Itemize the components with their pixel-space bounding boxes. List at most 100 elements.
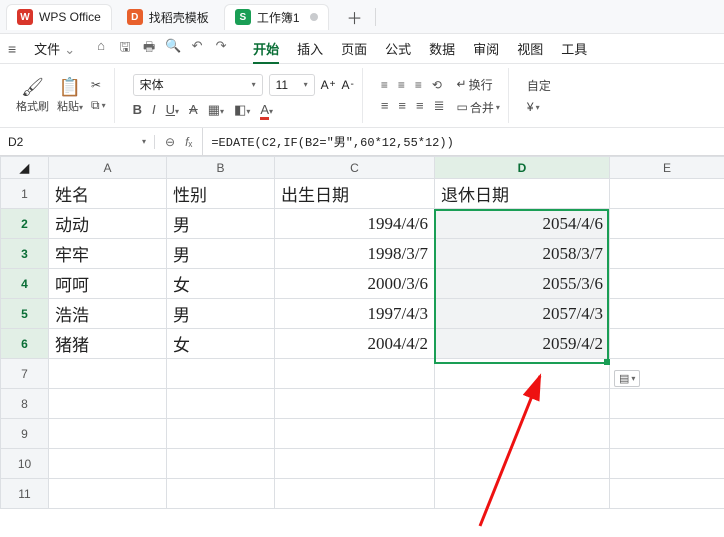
row-header-3[interactable]: 3 <box>1 239 49 269</box>
font-size-select[interactable]: 11▾ <box>269 74 315 96</box>
autofill-options-button[interactable]: ▤▾ <box>614 370 640 387</box>
bold-button[interactable]: B <box>133 102 142 117</box>
number-format-button[interactable]: 自定 <box>527 77 551 94</box>
col-header-b[interactable]: B <box>167 157 275 179</box>
align-left-button[interactable]: ≡ <box>381 98 389 113</box>
undo-icon[interactable]: ↶ <box>189 38 205 60</box>
fx-icon[interactable]: fₓ <box>185 135 192 149</box>
cell-b2[interactable]: 男 <box>167 209 275 239</box>
row-header-11[interactable]: 11 <box>1 479 49 509</box>
app-tab-wps[interactable]: W WPS Office <box>6 4 112 30</box>
col-header-d[interactable]: D <box>435 157 610 179</box>
cell-b4[interactable]: 女 <box>167 269 275 299</box>
cell-b6[interactable]: 女 <box>167 329 275 359</box>
row-header-7[interactable]: 7 <box>1 359 49 389</box>
align-middle-button[interactable]: ≡ <box>398 78 405 92</box>
strike-button[interactable]: A <box>189 102 198 117</box>
cell-c4[interactable]: 2000/3/6 <box>275 269 435 299</box>
cell-reference-box[interactable]: D2▾ <box>0 135 155 149</box>
menu-insert[interactable]: 插入 <box>297 39 323 58</box>
align-bottom-button[interactable]: ≡ <box>415 78 422 92</box>
menu-tools[interactable]: 工具 <box>561 39 587 58</box>
font-color-button[interactable]: A▾ <box>260 102 273 117</box>
cell-d6[interactable]: 2059/4/2 <box>435 329 610 359</box>
preview-icon[interactable]: 🔍 <box>165 38 181 60</box>
cell-e6[interactable] <box>610 329 724 359</box>
row-header-6[interactable]: 6 <box>1 329 49 359</box>
align-center-button[interactable]: ≡ <box>398 98 406 113</box>
menu-data[interactable]: 数据 <box>429 39 455 58</box>
cell-a4[interactable]: 呵呵 <box>49 269 167 299</box>
col-header-c[interactable]: C <box>275 157 435 179</box>
cell-c1[interactable]: 出生日期 <box>275 179 435 209</box>
cancel-formula-icon[interactable]: ⊖ <box>165 135 175 149</box>
row-header-1[interactable]: 1 <box>1 179 49 209</box>
cell-a2[interactable]: 动动 <box>49 209 167 239</box>
currency-button[interactable]: ¥▾ <box>527 100 551 114</box>
formula-input[interactable]: =EDATE(C2,IF(B2="男",60*12,55*12)) <box>203 133 724 150</box>
fill-color-button[interactable]: ◧▾ <box>234 102 250 118</box>
col-header-e[interactable]: E <box>610 157 724 179</box>
align-top-button[interactable]: ≡ <box>381 78 388 92</box>
spreadsheet-grid[interactable]: ◢ A B C D E 1 姓名 性别 出生日期 退休日期 2 动动 男 199… <box>0 156 724 509</box>
redo-icon[interactable]: ↷ <box>213 38 229 60</box>
cell-d2[interactable]: 2054/4/6 <box>435 209 610 239</box>
home-icon[interactable]: ⌂ <box>93 38 109 60</box>
cell-d1[interactable]: 退休日期 <box>435 179 610 209</box>
menu-formula[interactable]: 公式 <box>385 39 411 58</box>
cell-e1[interactable] <box>610 179 724 209</box>
new-tab-button[interactable]: ＋ <box>341 5 369 29</box>
cell-a5[interactable]: 浩浩 <box>49 299 167 329</box>
cell-e5[interactable] <box>610 299 724 329</box>
cell-c3[interactable]: 1998/3/7 <box>275 239 435 269</box>
orientation-button[interactable]: ⟲ <box>432 78 442 92</box>
print-icon[interactable]: 🖶 <box>141 38 157 60</box>
copy-button[interactable]: ⧉▾ <box>91 98 106 113</box>
cell-e2[interactable] <box>610 209 724 239</box>
cell-d4[interactable]: 2055/3/6 <box>435 269 610 299</box>
cell-c2[interactable]: 1994/4/6 <box>275 209 435 239</box>
col-header-a[interactable]: A <box>49 157 167 179</box>
cell-c6[interactable]: 2004/4/2 <box>275 329 435 359</box>
save-icon[interactable]: 🖫 <box>117 38 133 60</box>
row-header-2[interactable]: 2 <box>1 209 49 239</box>
italic-button[interactable]: I <box>152 102 156 117</box>
paste-button[interactable]: 📋 粘贴▾ <box>57 78 83 114</box>
underline-button[interactable]: U▾ <box>166 102 179 117</box>
cell-d3[interactable]: 2058/3/7 <box>435 239 610 269</box>
format-painter-button[interactable]: 🖌 格式刷 <box>16 78 49 114</box>
row-header-10[interactable]: 10 <box>1 449 49 479</box>
cell-e4[interactable] <box>610 269 724 299</box>
decrease-font-button[interactable]: A- <box>341 78 353 92</box>
row-header-5[interactable]: 5 <box>1 299 49 329</box>
cell-b1[interactable]: 性别 <box>167 179 275 209</box>
wrap-button[interactable]: ↵ 换行 <box>457 76 500 93</box>
border-button[interactable]: ▦▾ <box>208 102 224 118</box>
cell-e3[interactable] <box>610 239 724 269</box>
select-all-corner[interactable]: ◢ <box>1 157 49 179</box>
file-menu[interactable]: 文件⌄ <box>26 37 83 60</box>
app-tab-template[interactable]: D 找稻壳模板 <box>116 4 220 30</box>
row-header-9[interactable]: 9 <box>1 419 49 449</box>
row-header-8[interactable]: 8 <box>1 389 49 419</box>
cell-a1[interactable]: 姓名 <box>49 179 167 209</box>
hamburger-icon[interactable]: ≡ <box>8 41 16 57</box>
cut-button[interactable]: ✂ <box>91 78 106 92</box>
menu-view[interactable]: 视图 <box>517 39 543 58</box>
app-tab-workbook[interactable]: S 工作簿1 <box>224 4 329 30</box>
merge-button[interactable]: ▭ 合并▾ <box>457 99 500 116</box>
indent-button[interactable]: ≣ <box>434 98 445 114</box>
align-right-button[interactable]: ≡ <box>416 98 424 113</box>
cell-b5[interactable]: 男 <box>167 299 275 329</box>
increase-font-button[interactable]: A+ <box>321 78 336 92</box>
cell-a6[interactable]: 猪猪 <box>49 329 167 359</box>
menu-start[interactable]: 开始 <box>253 39 279 64</box>
row-header-4[interactable]: 4 <box>1 269 49 299</box>
cell-d5[interactable]: 2057/4/3 <box>435 299 610 329</box>
cell-a3[interactable]: 牢牢 <box>49 239 167 269</box>
cell-b3[interactable]: 男 <box>167 239 275 269</box>
font-name-select[interactable]: 宋体▾ <box>133 74 263 96</box>
cell-c5[interactable]: 1997/4/3 <box>275 299 435 329</box>
menu-page[interactable]: 页面 <box>341 39 367 58</box>
menu-review[interactable]: 审阅 <box>473 39 499 58</box>
